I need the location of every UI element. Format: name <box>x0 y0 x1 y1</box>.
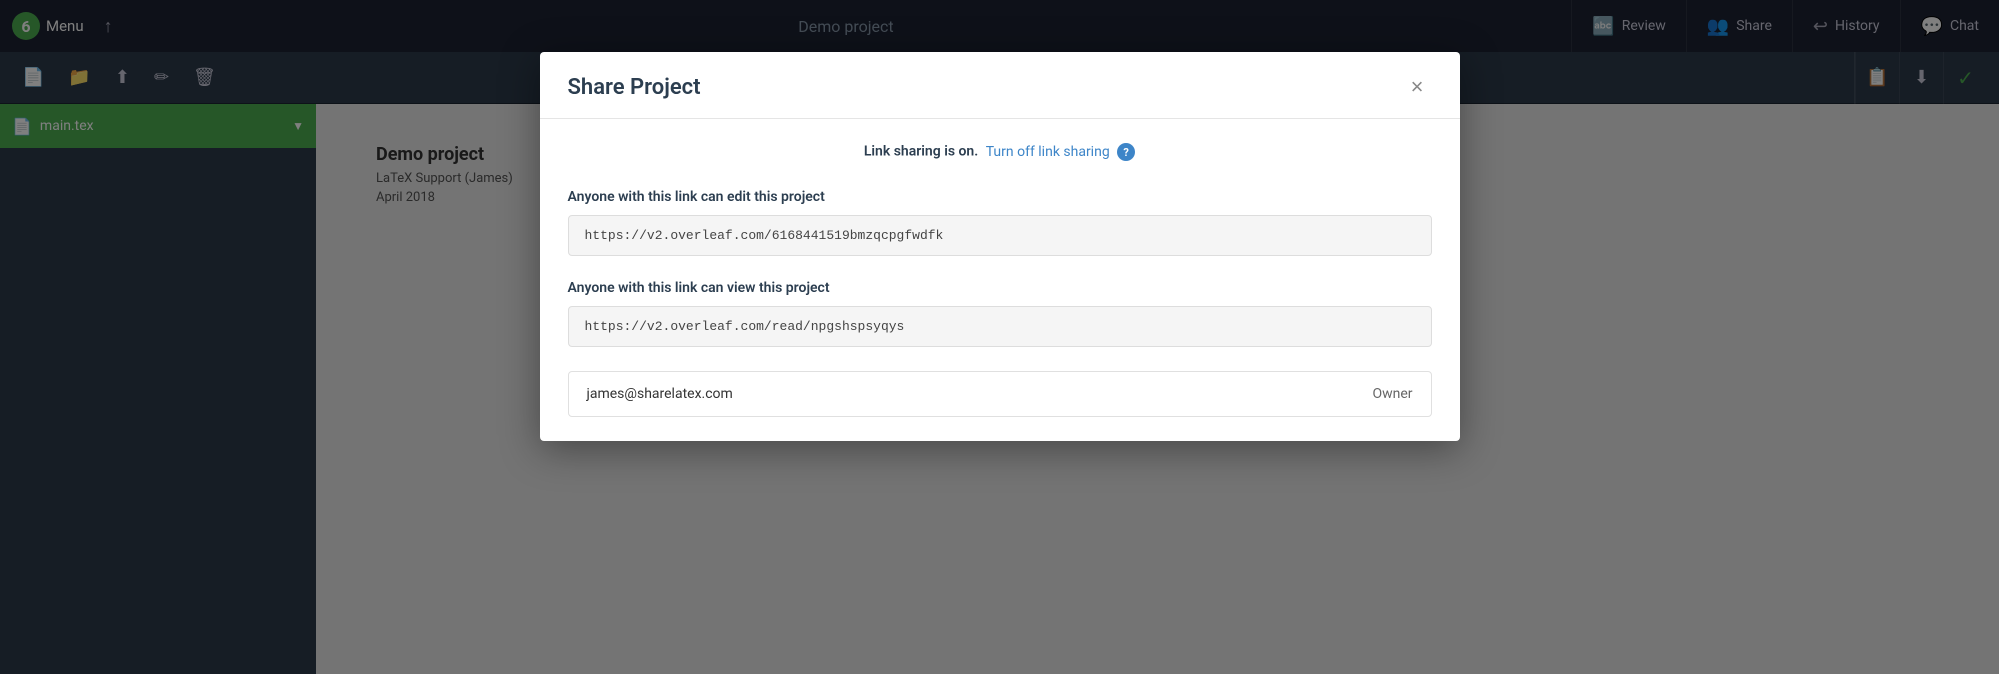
collaborator-email: james@sharelatex.com <box>587 386 733 402</box>
share-project-modal: Share Project × Link sharing is on. Turn… <box>540 52 1460 441</box>
collaborator-row: james@sharelatex.com Owner <box>569 372 1431 416</box>
help-icon[interactable]: ? <box>1117 143 1135 161</box>
edit-link-label: Anyone with this link can edit this proj… <box>568 189 1432 205</box>
collaborators-section: james@sharelatex.com Owner <box>568 371 1432 417</box>
collaborator-role: Owner <box>1372 386 1412 402</box>
edit-link-section: Anyone with this link can edit this proj… <box>568 189 1432 256</box>
link-sharing-status-text: Link sharing is on. <box>864 144 978 160</box>
view-link-label: Anyone with this link can view this proj… <box>568 280 1432 296</box>
modal-title: Share Project <box>568 75 701 100</box>
turn-off-link-sharing-button[interactable]: Turn off link sharing <box>986 144 1110 160</box>
modal-header: Share Project × <box>540 52 1460 119</box>
modal-overlay: Share Project × Link sharing is on. Turn… <box>0 0 1999 674</box>
view-link-input[interactable] <box>568 306 1432 347</box>
edit-link-input[interactable] <box>568 215 1432 256</box>
link-sharing-status: Link sharing is on. Turn off link sharin… <box>568 143 1432 161</box>
modal-close-button[interactable]: × <box>1403 72 1432 102</box>
view-link-section: Anyone with this link can view this proj… <box>568 280 1432 347</box>
modal-body: Link sharing is on. Turn off link sharin… <box>540 119 1460 441</box>
